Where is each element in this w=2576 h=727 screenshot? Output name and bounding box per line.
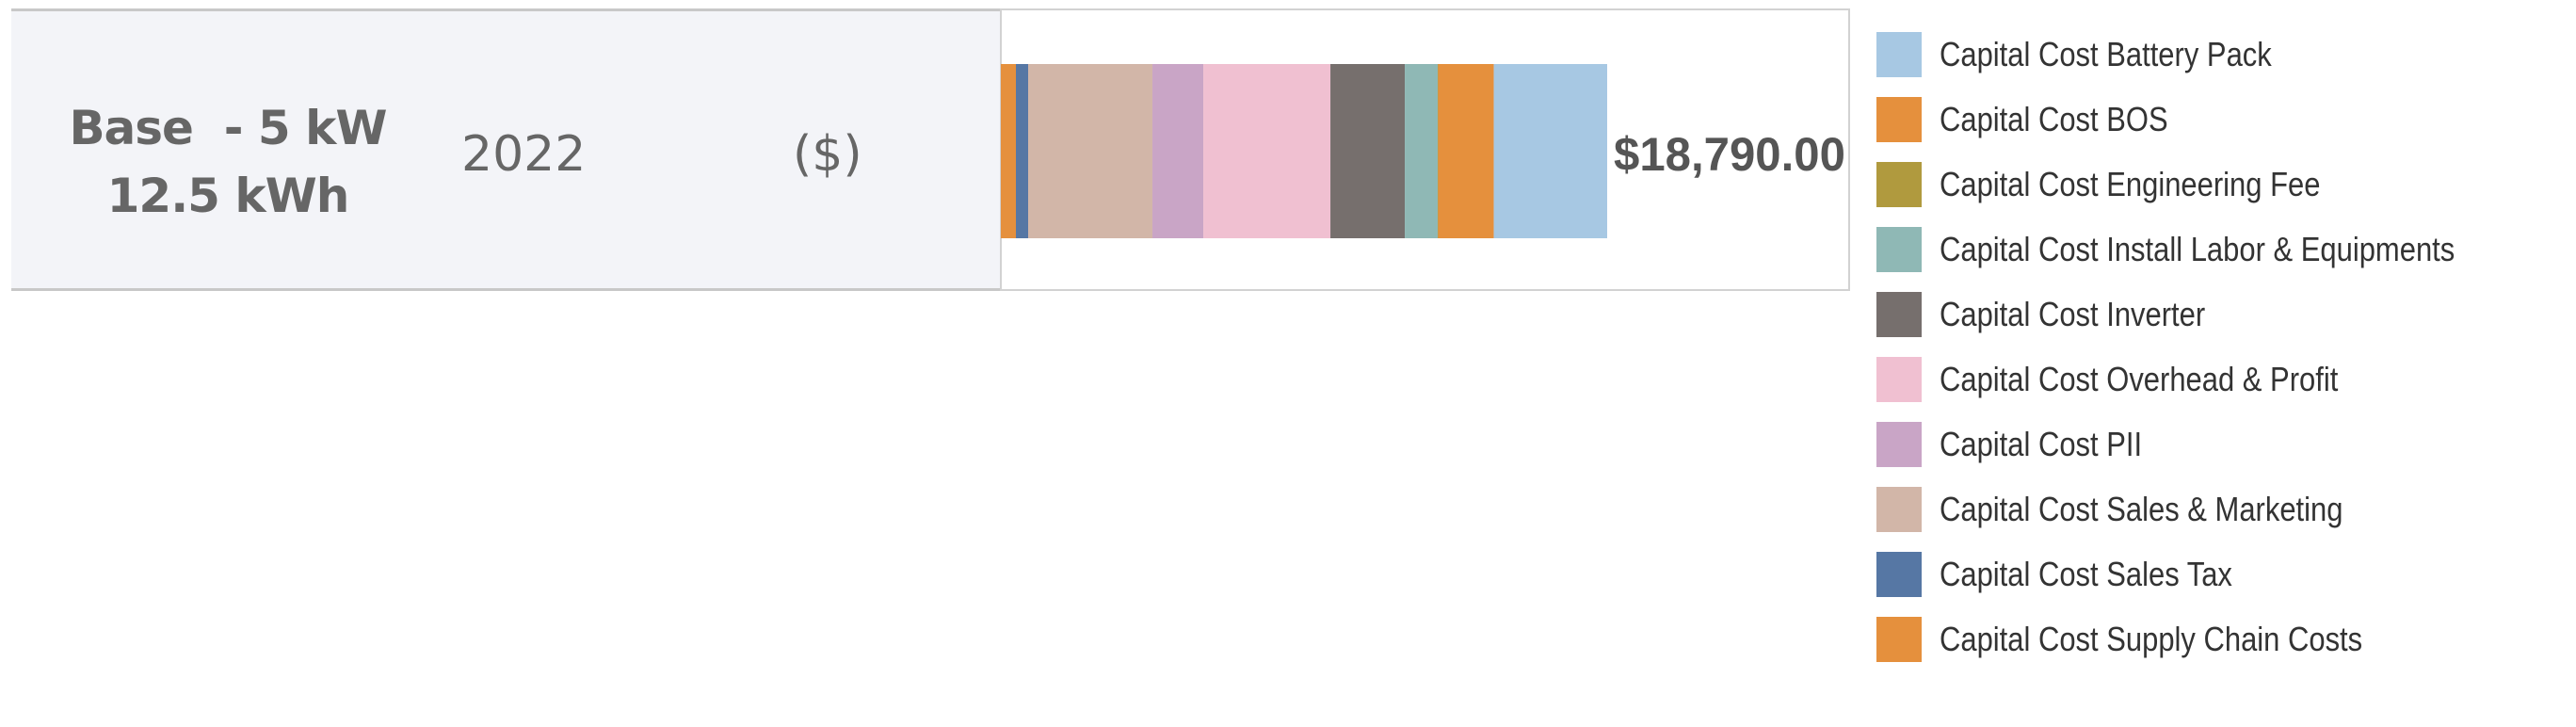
- legend-label: Capital Cost Install Labor & Equipments: [1940, 230, 2455, 268]
- legend-swatch-icon: [1876, 32, 1922, 77]
- legend-item[interactable]: Capital Cost PII: [1876, 422, 2573, 467]
- legend-swatch-icon: [1876, 357, 1922, 402]
- bar-segment-capital-cost-overhead-profit[interactable]: [1203, 64, 1331, 238]
- legend-item[interactable]: Capital Cost Sales & Marketing: [1876, 487, 2573, 532]
- bar-segment-capital-cost-inverter[interactable]: [1330, 64, 1406, 238]
- legend-item[interactable]: Capital Cost Engineering Fee: [1876, 162, 2573, 207]
- legend-label: Capital Cost Supply Chain Costs: [1940, 620, 2363, 658]
- bar-segment-capital-cost-sales-tax[interactable]: [1016, 64, 1028, 238]
- legend-label: Capital Cost Inverter: [1940, 295, 2206, 333]
- legend-item[interactable]: Capital Cost Battery Pack: [1876, 32, 2573, 77]
- legend-label: Capital Cost PII: [1940, 425, 2143, 463]
- legend-swatch-icon: [1876, 227, 1922, 272]
- legend-item[interactable]: Capital Cost Sales Tax: [1876, 552, 2573, 597]
- legend-swatch-icon: [1876, 422, 1922, 467]
- legend-swatch-icon: [1876, 552, 1922, 597]
- bar-segment-capital-cost-bos[interactable]: [1438, 64, 1494, 238]
- legend-label: Capital Cost Sales Tax: [1940, 555, 2232, 593]
- legend-item[interactable]: Capital Cost Inverter: [1876, 292, 2573, 337]
- legend-label: Capital Cost Engineering Fee: [1940, 165, 2321, 203]
- legend-item[interactable]: Capital Cost Install Labor & Equipments: [1876, 227, 2573, 272]
- legend-item[interactable]: Capital Cost Supply Chain Costs: [1876, 617, 2573, 662]
- legend-swatch-icon: [1876, 487, 1922, 532]
- bar-segment-capital-cost-battery-pack[interactable]: [1493, 64, 1607, 238]
- stacked-bar: [1001, 64, 1607, 238]
- legend-item[interactable]: Capital Cost Overhead & Profit: [1876, 357, 2573, 402]
- bar-segment-capital-cost-install-labor-equipments[interactable]: [1405, 64, 1439, 238]
- total-value-label: $18,790.00: [1614, 128, 1845, 181]
- legend-label: Capital Cost Sales & Marketing: [1940, 490, 2343, 528]
- legend-swatch-icon: [1876, 292, 1922, 337]
- bar-segment-capital-cost-pii[interactable]: [1152, 64, 1204, 238]
- legend-swatch-icon: [1876, 97, 1922, 142]
- legend-label: Capital Cost Overhead & Profit: [1940, 360, 2339, 398]
- bar-segment-capital-cost-sales-marketing[interactable]: [1028, 64, 1153, 238]
- legend-item[interactable]: Capital Cost BOS: [1876, 97, 2573, 142]
- bar-segment-capital-cost-supply-chain-costs[interactable]: [1001, 64, 1017, 238]
- legend-swatch-icon: [1876, 617, 1922, 662]
- legend-swatch-icon: [1876, 162, 1922, 207]
- legend-label: Capital Cost Battery Pack: [1940, 35, 2272, 73]
- legend-label: Capital Cost BOS: [1940, 100, 2168, 138]
